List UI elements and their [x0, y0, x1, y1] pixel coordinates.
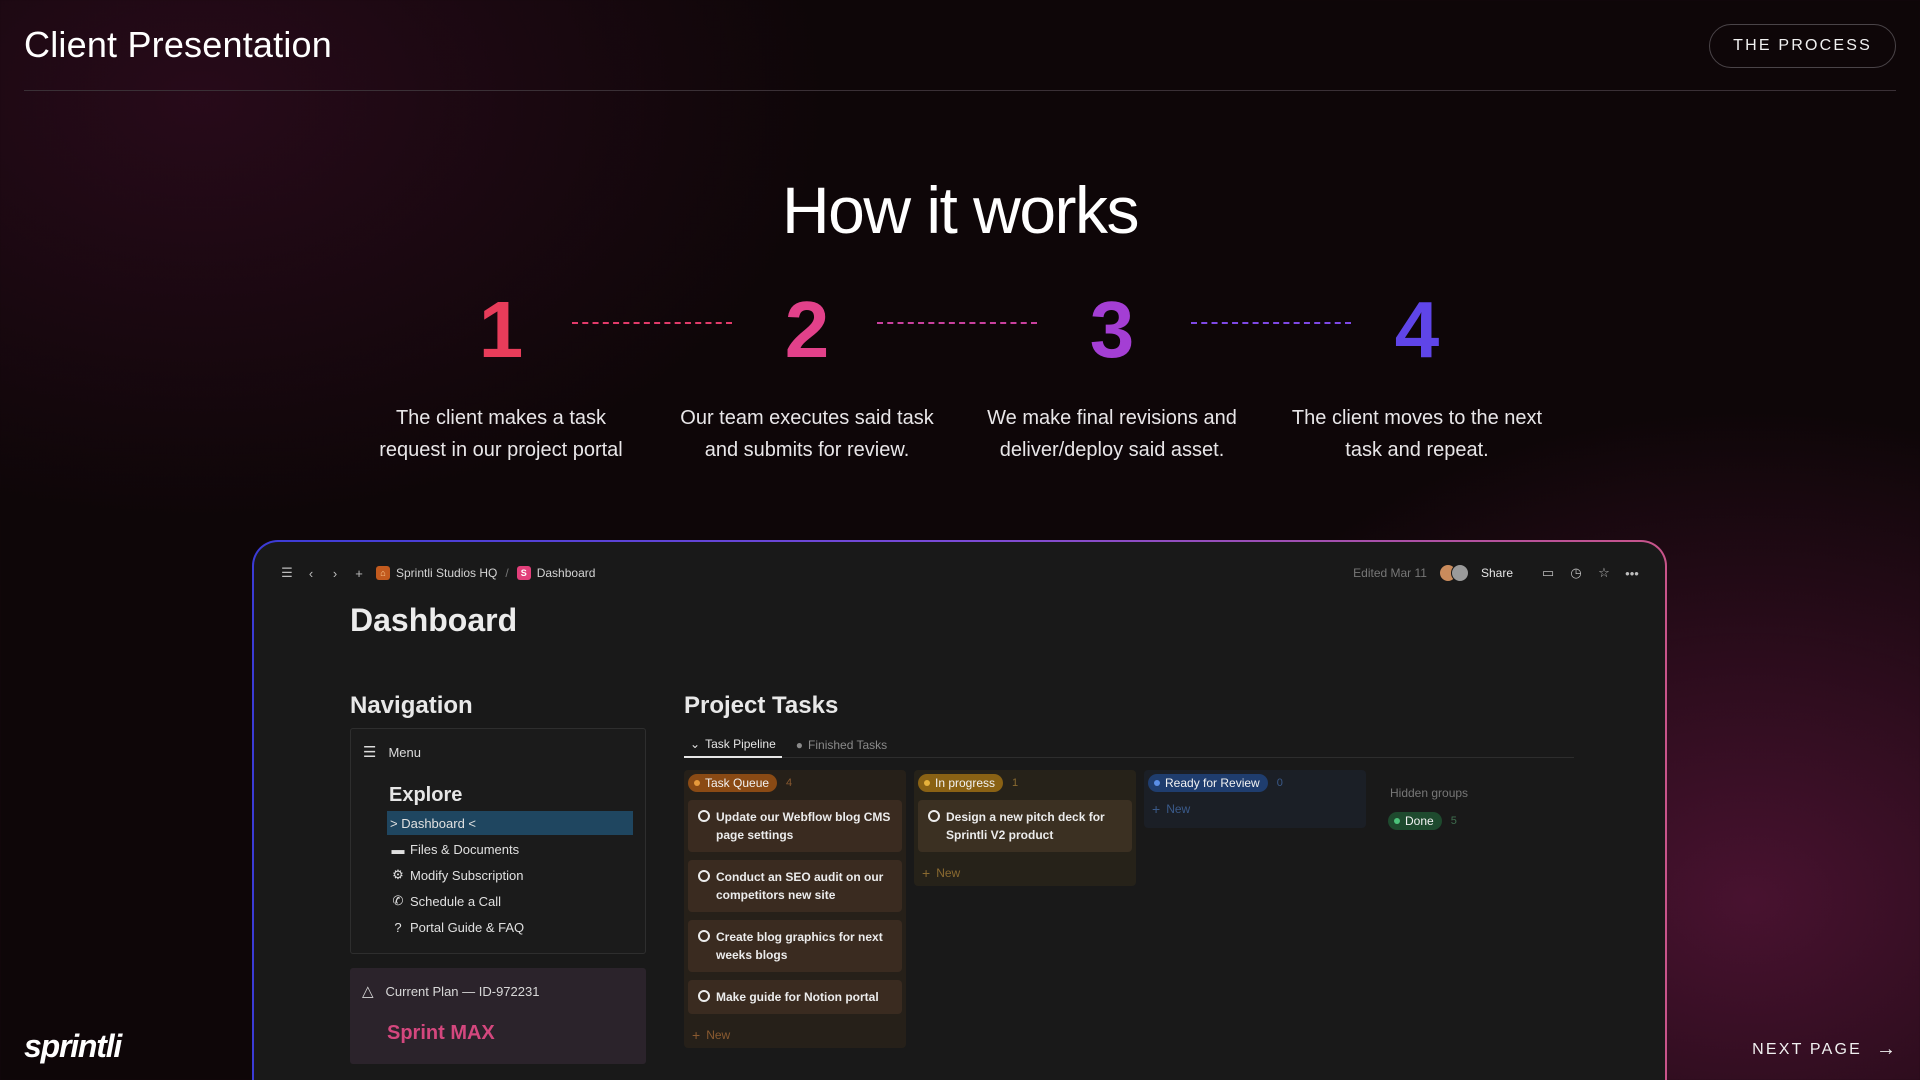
- forward-icon[interactable]: ›: [328, 566, 342, 581]
- step-connector: [1191, 322, 1351, 324]
- task-card[interactable]: Conduct an SEO audit on our competitors n…: [688, 860, 902, 912]
- step-description: The client moves to the next task and re…: [1291, 407, 1543, 461]
- gear-icon: ⚙: [392, 867, 404, 882]
- presentation-title: Client Presentation: [24, 24, 332, 65]
- step-4: 4 The client moves to the next task and …: [1272, 290, 1562, 466]
- back-icon[interactable]: ‹: [304, 566, 318, 581]
- column-count: 5: [1450, 815, 1457, 827]
- column-header: Ready for Review 0: [1144, 770, 1366, 796]
- task-status-icon: [928, 810, 940, 822]
- plus-icon: +: [922, 865, 931, 881]
- explore-heading: Explore: [389, 784, 463, 806]
- clock-icon[interactable]: ◷: [1569, 565, 1583, 580]
- step-description: Our team executes said task and submits …: [680, 407, 934, 461]
- header-divider: [24, 90, 1896, 91]
- board-column-ready-for-review: Ready for Review 0 + New: [1144, 770, 1366, 828]
- project-tasks-heading: Project Tasks: [684, 692, 839, 719]
- board-column-in-progress: In progress 1 Design a new pitch deck fo…: [914, 770, 1136, 886]
- step-1: 1 The client makes a task request in our…: [356, 290, 646, 466]
- nav-item-guide[interactable]: ? Portal Guide & FAQ: [387, 915, 633, 939]
- the-process-button[interactable]: THE PROCESS: [1709, 24, 1896, 68]
- task-status-icon: [698, 870, 710, 882]
- triangle-icon: △: [362, 983, 374, 1000]
- breadcrumb-separator: /: [505, 566, 509, 580]
- how-it-works-heading: How it works: [781, 173, 1140, 247]
- plan-id: △ Current Plan — ID-972231: [362, 983, 540, 1000]
- hidden-groups-label: Hidden groups: [1390, 786, 1469, 800]
- step-3: 3 We make final revisions and deliver/de…: [967, 290, 1257, 466]
- menu-icon[interactable]: ☰: [280, 565, 294, 580]
- plan-name: Sprint MAX: [387, 1022, 495, 1044]
- breadcrumb-workspace[interactable]: ⌂ Sprintli Studios HQ: [376, 566, 497, 580]
- step-number: 2: [784, 285, 830, 374]
- folder-icon: ▬: [391, 841, 405, 857]
- tab-task-pipeline[interactable]: ⌄ Task Pipeline: [684, 732, 782, 758]
- app-topbar: ☰ ‹ › + ⌂ Sprintli Studios HQ / S Dashbo…: [280, 562, 1639, 584]
- nav-item-files[interactable]: ▬ Files & Documents: [387, 837, 633, 861]
- question-icon: ?: [394, 919, 402, 935]
- step-connector: [572, 322, 732, 324]
- nav-item-dashboard[interactable]: > Dashboard <: [387, 811, 633, 835]
- status-pill: Task Queue: [688, 774, 778, 792]
- collaborator-avatars[interactable]: [1438, 564, 1469, 582]
- task-card[interactable]: Design a new pitch deck for Sprintli V2 p…: [918, 800, 1132, 852]
- sprintli-logo-icon: S: [516, 566, 531, 580]
- hidden-group-done[interactable]: Done 5: [1388, 812, 1457, 830]
- task-status-icon: [698, 810, 710, 822]
- step-connector: [877, 322, 1037, 324]
- step-number: 4: [1394, 285, 1440, 374]
- navigation-heading: Navigation: [350, 692, 473, 719]
- arrow-right-icon: →: [1876, 1038, 1896, 1060]
- task-tabs: ⌄ Task Pipeline ● Finished Tasks: [684, 732, 1574, 758]
- column-count: 1: [1012, 777, 1019, 789]
- new-task-button[interactable]: + New: [684, 1022, 906, 1048]
- house-icon: ⌂: [376, 566, 390, 580]
- task-card[interactable]: Update our Webflow blog CMS page settings: [688, 800, 902, 852]
- new-task-button[interactable]: + New: [914, 860, 1136, 886]
- sprintli-logo: sprintli: [24, 1028, 122, 1064]
- column-header: In progress 1: [914, 770, 1136, 796]
- plus-icon: +: [1152, 801, 1161, 817]
- task-card[interactable]: Make guide for Notion portal: [688, 980, 902, 1014]
- next-page-button[interactable]: NEXT PAGE →: [1752, 1038, 1896, 1061]
- breadcrumb-page[interactable]: S Dashboard: [516, 566, 595, 580]
- navigation-panel: ☰ Menu Explore > Dashboard < ▬ Files & D…: [350, 728, 646, 954]
- column-header: Task Queue 4: [684, 770, 906, 796]
- more-icon[interactable]: •••: [1625, 566, 1639, 581]
- status-pill: Ready for Review: [1148, 774, 1268, 792]
- step-2: 2 Our team executes said task and submit…: [662, 290, 952, 466]
- phone-icon: ✆: [392, 893, 404, 908]
- task-status-icon: [698, 930, 710, 942]
- current-plan-card: △ Current Plan — ID-972231 Sprint MAX: [350, 968, 646, 1064]
- step-number: 1: [478, 285, 524, 374]
- dashboard-preview-frame: ☰ ‹ › + ⌂ Sprintli Studios HQ / S Dashbo…: [252, 540, 1667, 1080]
- step-description: The client makes a task request in our p…: [379, 407, 623, 461]
- star-icon[interactable]: ☆: [1597, 565, 1611, 580]
- edited-timestamp: Edited Mar 11: [1353, 566, 1427, 580]
- tab-finished-tasks[interactable]: ● Finished Tasks: [790, 732, 893, 758]
- nav-item-schedule[interactable]: ✆ Schedule a Call: [387, 889, 633, 913]
- status-pill: Done: [1388, 812, 1442, 830]
- hamburger-icon: ☰: [363, 744, 377, 761]
- share-button[interactable]: Share: [1481, 566, 1513, 580]
- board-column-task-queue: Task Queue 4 Update our Webflow blog CMS…: [684, 770, 906, 1048]
- step-description: We make final revisions and deliver/depl…: [987, 407, 1237, 461]
- chevrons-down-icon: ⌄: [690, 737, 701, 751]
- step-number: 3: [1089, 285, 1135, 374]
- comment-icon[interactable]: ▭: [1541, 565, 1555, 580]
- column-count: 0: [1276, 777, 1283, 789]
- menu-toggle[interactable]: ☰ Menu: [363, 743, 421, 761]
- task-card[interactable]: Create blog graphics for next weeks blogs: [688, 920, 902, 972]
- page-title: Dashboard: [350, 602, 518, 638]
- task-status-icon: [698, 990, 710, 1002]
- status-pill: In progress: [918, 774, 1004, 792]
- add-icon[interactable]: +: [352, 566, 366, 581]
- check-circle-icon: ●: [795, 738, 804, 752]
- plus-icon: +: [692, 1027, 701, 1043]
- column-count: 4: [786, 777, 793, 789]
- nav-item-subscription[interactable]: ⚙ Modify Subscription: [387, 863, 633, 887]
- new-task-button[interactable]: + New: [1144, 796, 1366, 822]
